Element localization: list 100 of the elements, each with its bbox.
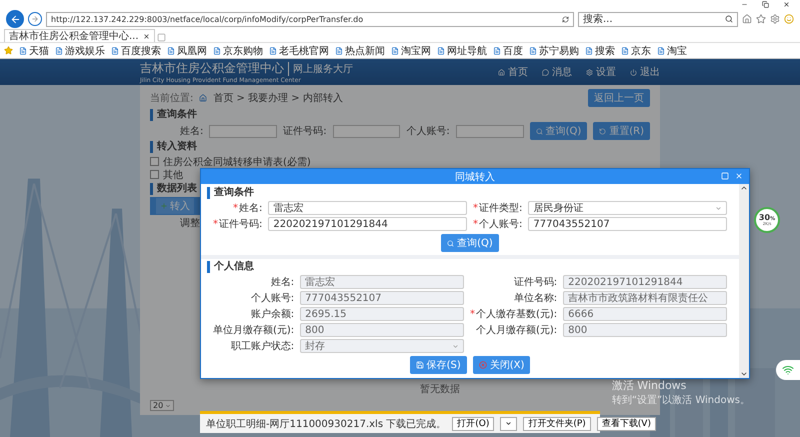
minimize-icon[interactable] — [741, 1, 748, 8]
input-field[interactable]: 雷志宏 — [268, 201, 467, 215]
page-icon — [269, 46, 277, 54]
download-action-button[interactable]: 打开文件夹(P) — [523, 416, 591, 430]
favorite-link[interactable]: 百度搜索 — [111, 44, 161, 58]
nav-link[interactable]: 消息 — [542, 65, 572, 79]
column-header: 调整 — [180, 217, 200, 230]
page-icon — [391, 46, 399, 54]
input-field[interactable]: 800 — [563, 323, 727, 337]
checkbox[interactable] — [150, 170, 159, 179]
close-icon[interactable] — [142, 32, 150, 40]
input-field[interactable]: 吉林市市政筑路材料有限责任公 — [563, 291, 727, 305]
activation-title: 激活 Windows — [612, 378, 688, 393]
input-field[interactable]: 800 — [300, 323, 464, 337]
field-label: 账户余额: — [250, 308, 294, 321]
favorite-link[interactable]: 百度 — [493, 44, 523, 58]
field-label: 个人账号: — [250, 292, 294, 305]
chevron-down-icon — [452, 342, 459, 350]
chevron-down-icon[interactable] — [740, 370, 748, 378]
checkbox-label: 其他 — [163, 168, 183, 182]
page-icon — [657, 46, 665, 54]
home-icon — [498, 68, 505, 76]
star-icon[interactable] — [756, 14, 766, 24]
chevron-up-icon[interactable] — [740, 184, 748, 192]
new-tab-icon[interactable] — [156, 33, 166, 42]
input-field[interactable]: 777043552107 — [528, 217, 727, 231]
plus-icon — [160, 202, 168, 210]
input-field[interactable]: 777043552107 — [300, 291, 464, 305]
page-icon — [213, 46, 221, 54]
favorite-link[interactable]: 京东购物 — [213, 44, 263, 58]
select-field[interactable]: 封存 — [300, 339, 464, 353]
settings-icon — [586, 68, 593, 76]
wifi-badge[interactable] — [776, 360, 800, 380]
scrollbar[interactable] — [739, 184, 749, 378]
field-label: 单位名称: — [512, 292, 558, 305]
favorite-link[interactable]: 热点新闻 — [335, 44, 385, 58]
arrow-left-icon — [10, 14, 20, 24]
field-label: *个人缴存基数(元): — [470, 308, 558, 321]
field-label: 证件号码: — [512, 276, 558, 289]
browser-tab[interactable]: 吉林市住房公积金管理中心... — [4, 29, 155, 42]
field-label: 单位月缴存额(元): — [213, 324, 294, 337]
home-icon — [199, 94, 208, 102]
restore-icon[interactable] — [762, 1, 769, 8]
input-field[interactable] — [332, 124, 400, 138]
favorite-link[interactable]: 淘宝网 — [391, 44, 431, 58]
open-button[interactable]: 打开(O) — [452, 416, 494, 430]
page-icon — [111, 46, 119, 54]
input-field[interactable]: 220202197101291844 — [268, 217, 467, 231]
search-field[interactable]: 搜索... — [578, 12, 738, 26]
nav-link[interactable]: 退出 — [630, 65, 660, 79]
field-label: 姓名: — [270, 276, 294, 289]
favorite-link[interactable]: 京东 — [621, 44, 651, 58]
search-icon — [447, 240, 454, 246]
page-icon — [55, 46, 63, 54]
search-icon — [536, 128, 543, 134]
field-label: 证件号码: — [283, 125, 327, 138]
home-icon[interactable] — [742, 14, 752, 24]
nav-link[interactable]: 首页 — [498, 65, 528, 79]
page-icon — [585, 46, 593, 54]
breadcrumb-label: 当前位置: — [150, 92, 194, 105]
input-field[interactable]: 雷志宏 — [300, 275, 464, 289]
favorite-link[interactable]: 天猫 — [19, 44, 49, 58]
input-field[interactable] — [456, 124, 524, 138]
favorite-link[interactable]: 苏宁易购 — [529, 44, 579, 58]
select-field[interactable]: 居民身份证 — [528, 201, 727, 215]
favorite-link[interactable]: 淘宝 — [657, 44, 687, 58]
activation-hint: 转到“设置”以激活 Windows。 — [612, 394, 750, 407]
chat-bubble-icon — [542, 68, 549, 76]
input-field[interactable]: 6666 — [563, 307, 727, 321]
favorite-link[interactable]: 老毛桃官网 — [269, 44, 329, 58]
checkbox[interactable] — [150, 157, 159, 166]
favorite-link[interactable]: 搜索 — [585, 44, 615, 58]
favorite-link[interactable]: 网址导航 — [437, 44, 487, 58]
empty-message: 暂无数据 — [420, 382, 460, 396]
input-field[interactable] — [209, 124, 278, 138]
field-label: 姓名: — [180, 125, 204, 138]
favorite-link[interactable]: 凤凰网 — [167, 44, 207, 58]
download-message: 单位职工明细-网厅111000930217.xls 下载已完成。 — [206, 418, 446, 430]
maximize-icon[interactable] — [721, 172, 729, 180]
back-button[interactable] — [6, 10, 24, 28]
refresh-icon[interactable] — [562, 16, 569, 22]
chevron-down-icon — [165, 402, 172, 408]
page-icon — [437, 46, 445, 54]
download-action-button[interactable]: 查看下载(V) — [596, 416, 656, 430]
settings-icon[interactable] — [770, 14, 780, 24]
input-field[interactable]: 2695.15 — [300, 307, 464, 321]
favorite-link[interactable]: 游戏娱乐 — [55, 44, 105, 58]
dropdown-button[interactable] — [500, 416, 518, 430]
field-label: 职工账户状态: — [230, 340, 294, 353]
page-icon — [621, 46, 629, 54]
nav-link[interactable]: 设置 — [586, 65, 616, 79]
favorites-star-icon[interactable] — [4, 46, 13, 55]
forward-button[interactable] — [28, 12, 42, 26]
input-field[interactable]: 220202197101291844 — [563, 275, 727, 289]
close-icon[interactable] — [783, 1, 790, 8]
smiley-icon[interactable] — [784, 14, 794, 24]
breadcrumb-path: 首页 > 我要办理 > 内部转入 — [213, 92, 343, 105]
address-bar[interactable]: http://122.137.242.229:8003/netface/local/corp/infoModify/corpPerTransfer.do — [46, 12, 574, 26]
page-size-select[interactable]: 20 — [150, 400, 174, 411]
power-icon — [630, 68, 637, 76]
